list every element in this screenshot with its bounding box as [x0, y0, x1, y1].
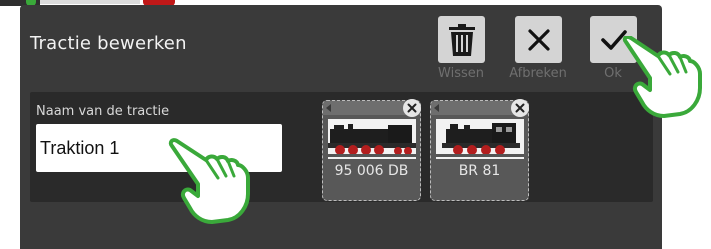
- locomotive-name: 95 006 DB: [334, 163, 409, 179]
- name-field-label: Naam van de tractie: [36, 104, 170, 119]
- drag-arrow-icon: [326, 104, 331, 112]
- locomotive-image: [436, 119, 524, 159]
- close-icon: [407, 103, 417, 113]
- locomotive-name: BR 81: [458, 163, 501, 179]
- delete-button[interactable]: [438, 16, 485, 63]
- cancel-button[interactable]: [515, 16, 562, 63]
- background-strip: [40, 0, 140, 4]
- edit-traction-dialog: Tractie bewerken Wissen Afbreken Ok Naam…: [20, 5, 662, 249]
- delete-label: Wissen: [438, 66, 484, 81]
- pointing-hand-icon: [622, 36, 702, 118]
- remove-locomotive-button[interactable]: [403, 99, 421, 117]
- close-icon: [515, 103, 525, 113]
- pointing-hand-icon: [168, 138, 250, 224]
- x-icon: [527, 28, 550, 51]
- cancel-label: Afbreken: [509, 66, 567, 81]
- drag-arrow-icon: [434, 104, 439, 112]
- trash-icon: [448, 23, 475, 56]
- dialog-title: Tractie bewerken: [30, 33, 187, 54]
- remove-locomotive-button[interactable]: [511, 99, 529, 117]
- locomotive-card[interactable]: BR 81: [430, 99, 529, 201]
- locomotive-card[interactable]: 95 006 DB: [322, 99, 421, 201]
- locomotive-image: [328, 119, 416, 159]
